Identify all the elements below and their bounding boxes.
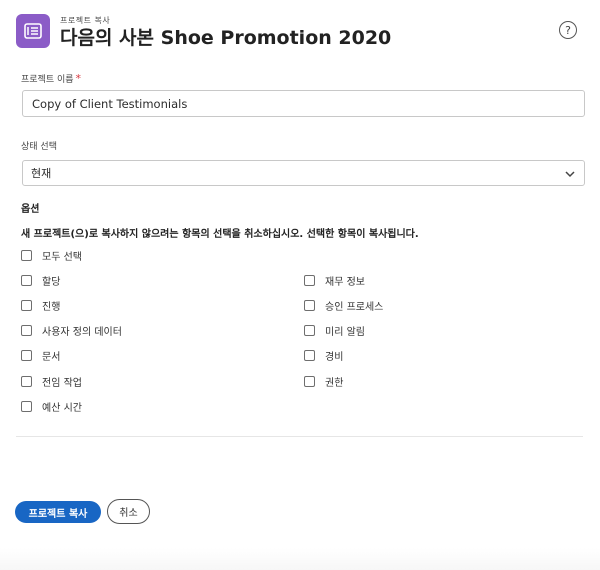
option-checkbox[interactable] [21, 274, 32, 286]
copy-project-button[interactable]: 프로젝트 복사 [15, 501, 101, 523]
option-item[interactable]: 승인 프로세스 [304, 298, 384, 313]
dialog-title: 다음의 사본 Shoe Promotion 2020 [60, 27, 392, 49]
select-all-label: 모두 선택 [42, 251, 82, 263]
status-label: 상태 선택 [21, 142, 57, 152]
project-list-icon [24, 23, 42, 39]
option-item[interactable]: 문서 [21, 348, 61, 363]
option-checkbox[interactable] [21, 349, 32, 361]
option-checkbox[interactable] [304, 375, 315, 387]
option-checkbox[interactable] [304, 299, 315, 311]
option-item[interactable]: 경비 [304, 348, 344, 363]
option-checkbox[interactable] [304, 349, 315, 361]
option-label: 전임 작업 [42, 377, 82, 389]
option-label: 권한 [325, 377, 344, 389]
select-all-option[interactable]: 모두 선택 [21, 248, 82, 263]
chevron-down-icon [565, 171, 575, 178]
option-item[interactable]: 할당 [21, 273, 61, 288]
status-select[interactable]: 현재 [22, 160, 585, 186]
project-name-label-text: 프로젝트 이름 [21, 75, 74, 85]
cancel-button[interactable]: 취소 [107, 499, 150, 524]
option-checkbox[interactable] [21, 299, 32, 311]
select-all-checkbox[interactable] [21, 249, 32, 261]
option-checkbox[interactable] [304, 274, 315, 286]
option-label: 사용자 정의 데이터 [42, 326, 122, 338]
footer-divider [16, 436, 583, 437]
option-checkbox[interactable] [21, 375, 32, 387]
help-icon[interactable]: ? [559, 21, 577, 39]
option-label: 문서 [42, 351, 61, 363]
option-item[interactable]: 진행 [21, 298, 61, 313]
options-instructions: 새 프로젝트(으)로 복사하지 않으려는 항목의 선택을 취소하십시오. 선택한… [21, 229, 419, 240]
option-label: 미리 알림 [325, 326, 365, 338]
option-label: 진행 [42, 301, 61, 313]
project-icon [16, 14, 50, 48]
option-item[interactable]: 전임 작업 [21, 374, 82, 389]
project-name-input[interactable] [22, 90, 585, 117]
status-selected-value: 현재 [31, 167, 52, 180]
option-label: 승인 프로세스 [325, 301, 384, 313]
bottom-edge [0, 548, 600, 570]
option-label: 할당 [42, 276, 61, 288]
options-title: 옵션 [21, 204, 40, 215]
option-item[interactable]: 권한 [304, 374, 344, 389]
project-name-label: 프로젝트 이름 * [21, 72, 81, 85]
option-checkbox[interactable] [21, 400, 32, 412]
option-checkbox[interactable] [21, 324, 32, 336]
option-item[interactable]: 재무 정보 [304, 273, 365, 288]
option-label: 예산 시간 [42, 402, 82, 414]
option-checkbox[interactable] [304, 324, 315, 336]
option-item[interactable]: 사용자 정의 데이터 [21, 323, 122, 338]
option-item[interactable]: 미리 알림 [304, 323, 365, 338]
option-label: 재무 정보 [325, 276, 365, 288]
required-marker: * [75, 72, 82, 85]
option-item[interactable]: 예산 시간 [21, 399, 82, 414]
option-label: 경비 [325, 351, 344, 363]
